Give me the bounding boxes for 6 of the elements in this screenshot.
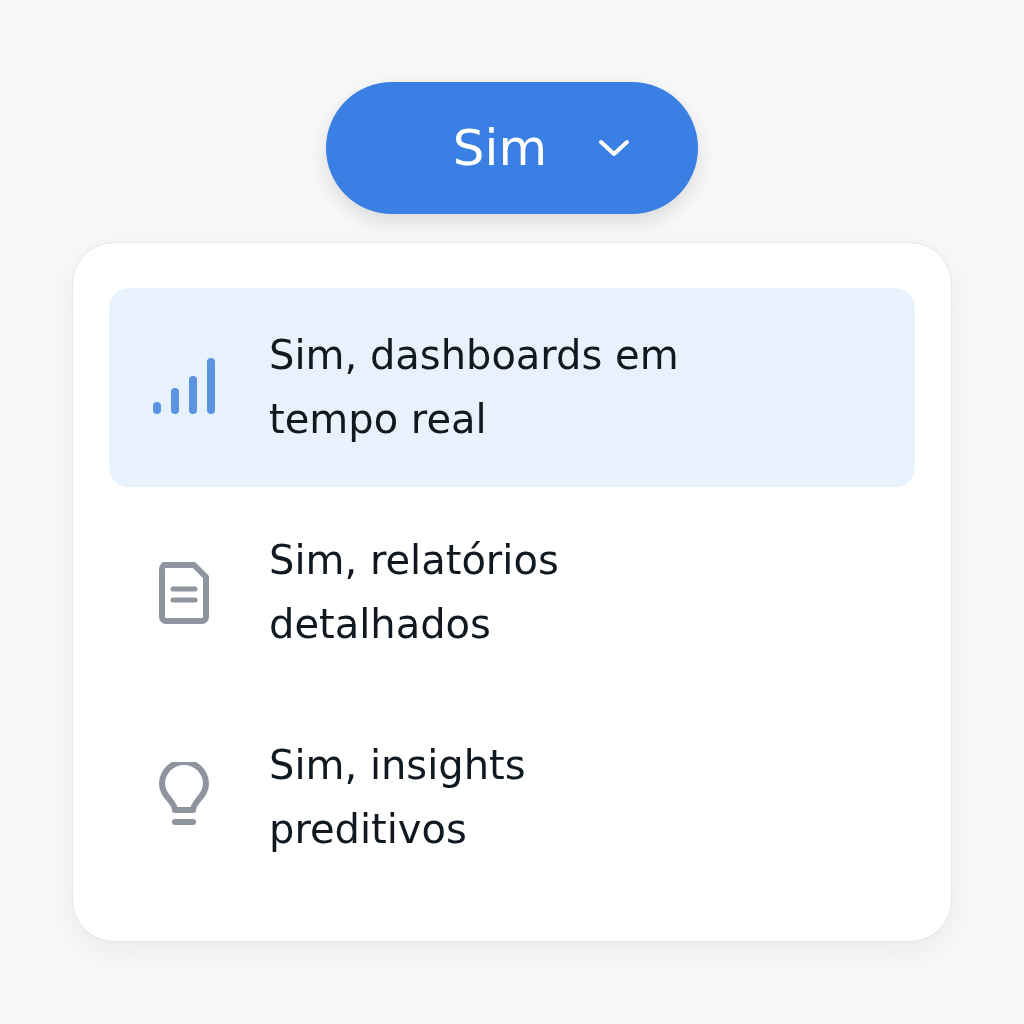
dropdown-button[interactable]: Sim	[326, 82, 698, 214]
document-icon	[156, 559, 212, 625]
chevron-icon	[597, 138, 632, 158]
menu-option[interactable]: Sim, dashboards em tempo real	[109, 288, 915, 487]
menu-option[interactable]: Sim, insights preditivos	[109, 697, 915, 896]
menu-option[interactable]: Sim, relatórios detalhados	[109, 492, 915, 692]
